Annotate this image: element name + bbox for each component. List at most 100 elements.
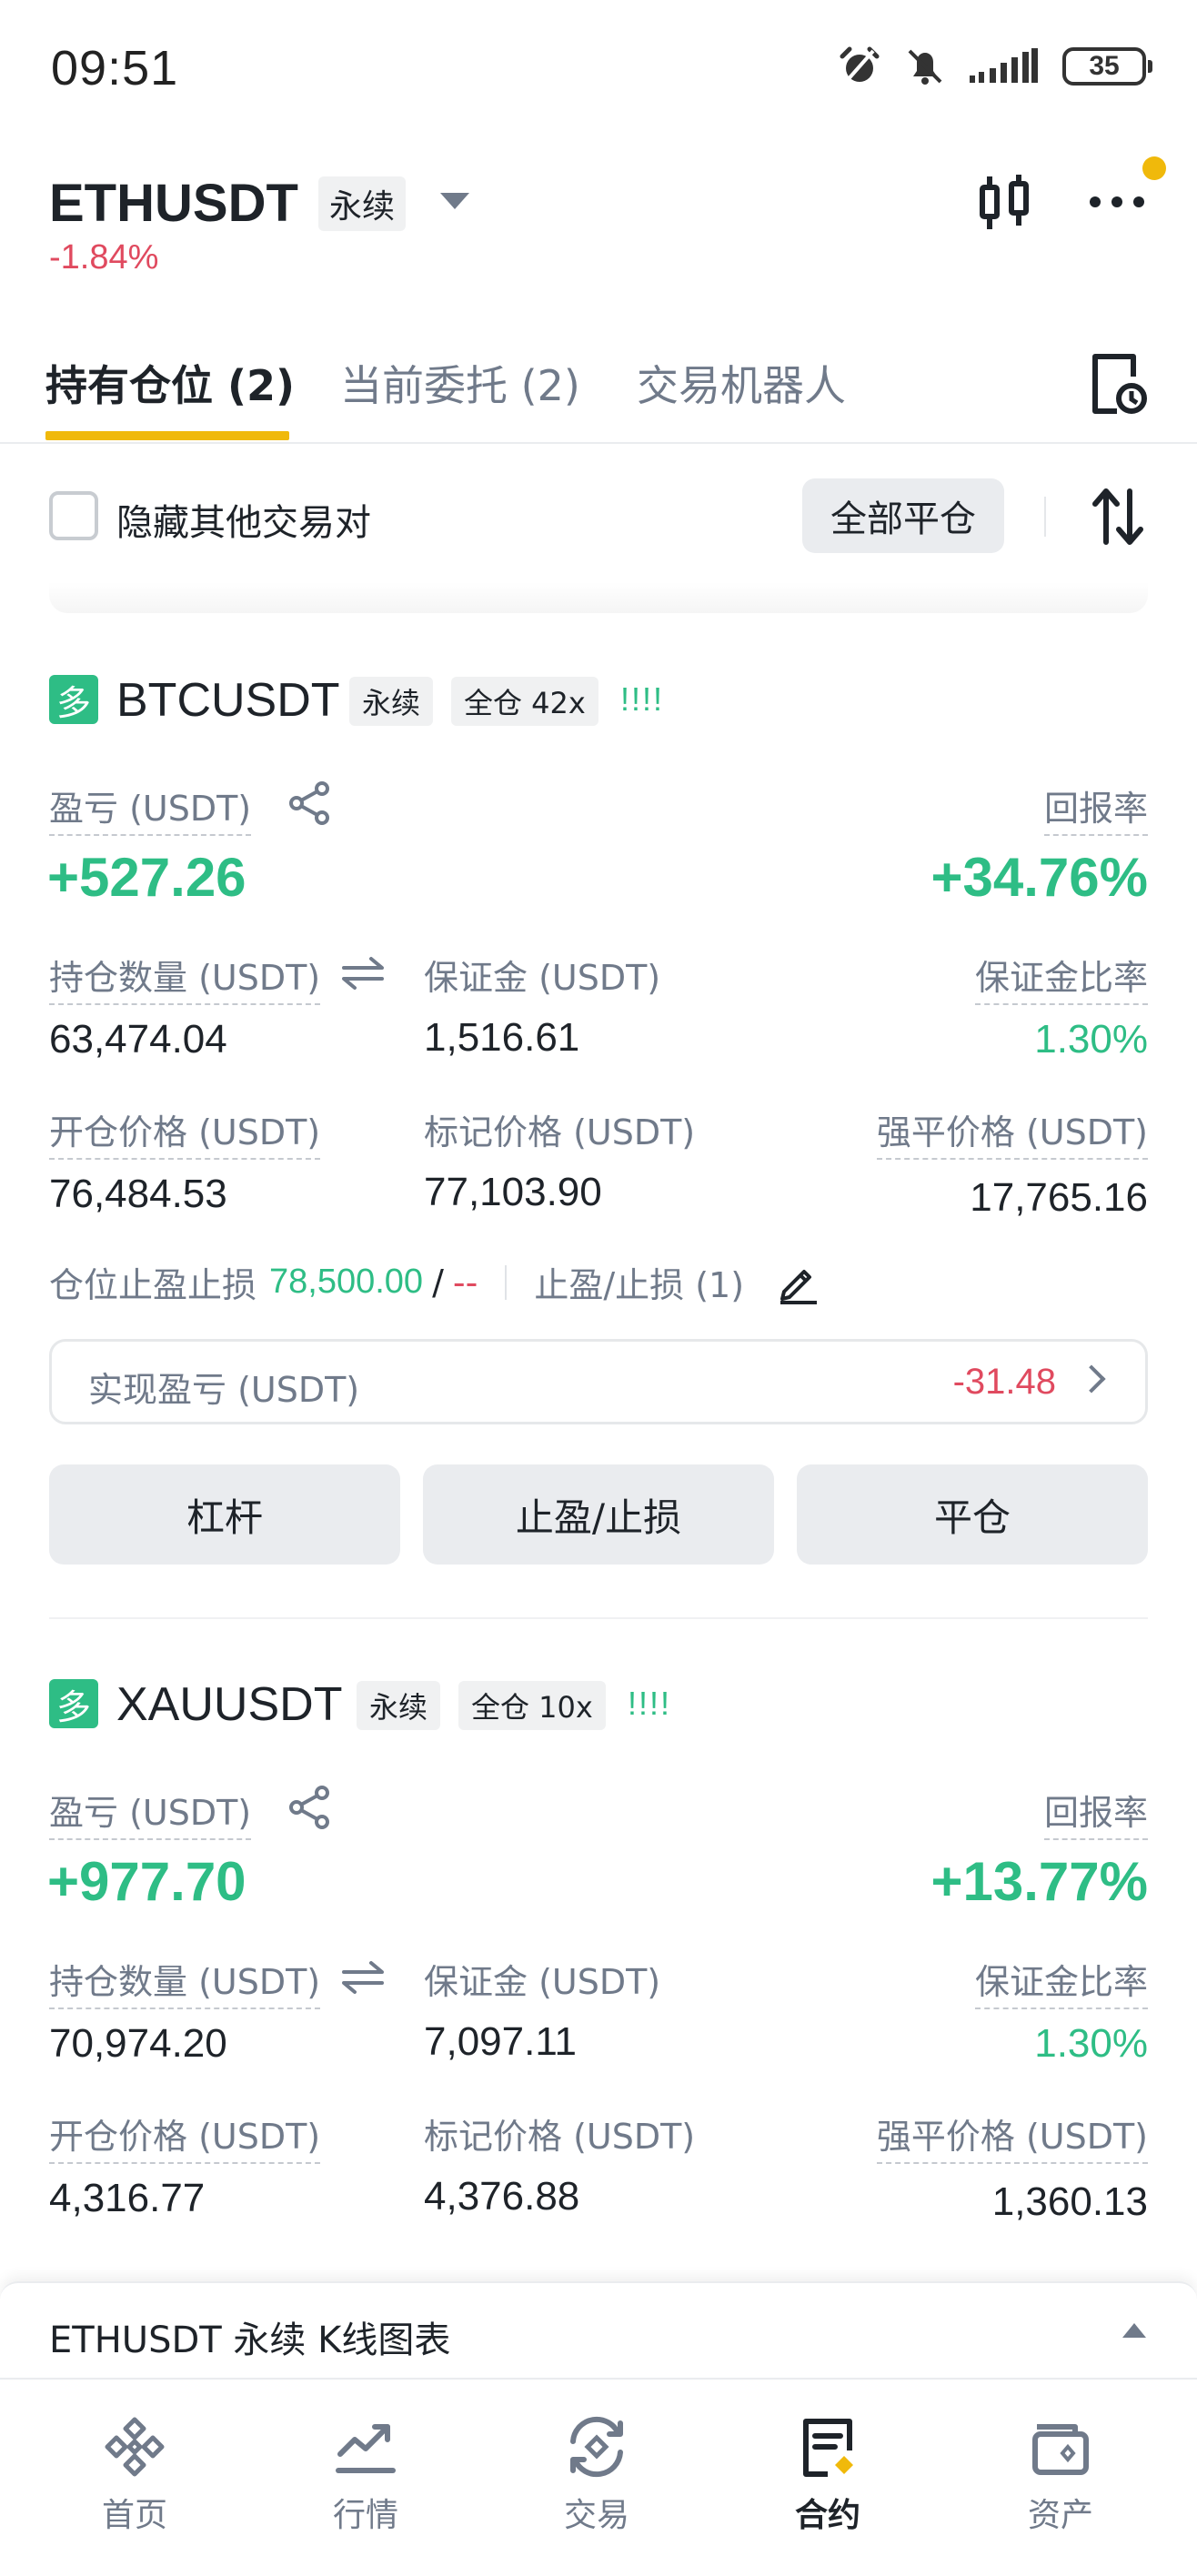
swap-unit-icon[interactable] <box>340 1959 386 1996</box>
share-icon[interactable] <box>287 1785 331 1830</box>
hide-other-pairs-checkbox[interactable] <box>49 491 98 540</box>
mark-price-value: 4,376.88 <box>424 2174 580 2219</box>
kline-chart-label: ETHUSDT 永续 K线图表 <box>49 2319 451 2361</box>
position-tabs: 持有仓位 (2) 当前委托 (2) 交易机器人 <box>0 337 1197 444</box>
nav-item-markets[interactable]: 行情 <box>275 2410 457 2536</box>
unrealized-pnl-value: +977.70 <box>47 1851 246 1912</box>
liq-price-label[interactable]: 强平价格 (USDT) <box>876 1104 1148 1160</box>
candlestick-chart-icon[interactable] <box>977 173 1031 233</box>
close-position-button[interactable]: 平仓 <box>797 1464 1148 1565</box>
perpetual-tag: 永续 <box>357 1681 441 1730</box>
entry-price-value: 4,316.77 <box>49 2176 206 2220</box>
trade-swap-icon <box>570 2416 623 2478</box>
roe-label[interactable]: 回报率 <box>1043 780 1148 836</box>
nav-label: 交易 <box>563 2497 629 2534</box>
battery-indicator: 35 <box>1062 47 1152 86</box>
tpsl-slash: / <box>432 1262 444 1303</box>
nav-label: 行情 <box>332 2497 398 2534</box>
adl-indicator: !!!! <box>620 680 665 718</box>
tab-positions[interactable]: 持有仓位 (2) <box>45 353 295 413</box>
tpsl-orders-link[interactable]: 止盈/止损 (1) <box>534 1257 744 1307</box>
margin-label: 保证金 (USDT) <box>424 1962 661 2002</box>
nav-item-trade[interactable]: 交易 <box>506 2410 688 2536</box>
status-bar: 09:51 35 <box>0 0 1197 136</box>
price-change: -1.84% <box>49 238 159 277</box>
mark-price-value: 77,103.90 <box>424 1170 602 1214</box>
nav-item-futures[interactable]: 合约 <box>737 2410 919 2536</box>
entry-price-label[interactable]: 开仓价格 (USDT) <box>49 2108 321 2164</box>
position-symbol[interactable]: XAUUSDT <box>116 1677 342 1732</box>
caret-up-icon <box>1122 2323 1146 2338</box>
futures-doc-icon <box>803 2419 853 2477</box>
chevron-right-icon <box>1077 1364 1106 1394</box>
market-chart-icon <box>336 2424 396 2473</box>
nav-item-home[interactable]: 首页 <box>44 2410 226 2536</box>
size-value: 63,474.04 <box>49 1017 227 1062</box>
more-options-icon[interactable] <box>1088 191 1146 213</box>
tpsl-button[interactable]: 止盈/止损 <box>423 1464 774 1565</box>
swap-unit-icon[interactable] <box>340 955 386 991</box>
nav-label: 首页 <box>101 2497 167 2534</box>
size-label[interactable]: 持仓数量 (USDT) <box>49 1954 321 2009</box>
nav-label: 资产 <box>1027 2497 1093 2534</box>
margin-value: 1,516.61 <box>424 1015 580 1060</box>
entry-price-label[interactable]: 开仓价格 (USDT) <box>49 1104 321 1160</box>
margin-ratio-label[interactable]: 保证金比率 <box>974 1954 1148 2009</box>
position-tpsl-row: 仓位止盈止损 78,500.00 / -- 止盈/止损 (1) <box>49 1257 820 1307</box>
alarm-icon <box>840 46 880 84</box>
edit-icon[interactable] <box>777 1261 820 1304</box>
size-label[interactable]: 持仓数量 (USDT) <box>49 950 321 1005</box>
unrealized-pnl-value: +527.26 <box>47 847 246 908</box>
sort-icon[interactable] <box>1090 488 1146 546</box>
realized-pnl-row[interactable]: 实现盈亏 (USDT) -31.48 <box>49 1339 1148 1424</box>
pnl-label[interactable]: 盈亏 (USDT) <box>49 780 252 836</box>
tab-trading-bots[interactable]: 交易机器人 <box>637 353 846 413</box>
tpsl-label: 仓位止盈止损 <box>49 1265 257 1305</box>
take-profit-value: 78,500.00 <box>269 1263 424 1301</box>
margin-label: 保证金 (USDT) <box>424 958 661 998</box>
leverage-button[interactable]: 杠杆 <box>49 1464 400 1565</box>
wallet-icon <box>1032 2424 1089 2475</box>
nav-label: 合约 <box>794 2497 860 2534</box>
stop-loss-value: -- <box>452 1262 478 1303</box>
margin-value: 7,097.11 <box>424 2019 578 2064</box>
mark-price-label: 标记价格 (USDT) <box>424 2117 696 2157</box>
position-card-xauusdt: 多 XAUUSDT 永续 全仓 10x !!!! 盈亏 (USDT) 回报率 +… <box>0 1677 1197 2278</box>
margin-ratio-label[interactable]: 保证金比率 <box>974 950 1148 1005</box>
margin-mode-tag: 全仓 42x <box>451 677 598 726</box>
entry-price-value: 76,484.53 <box>49 1172 227 1216</box>
liq-price-value: 17,765.16 <box>970 1175 1148 1220</box>
status-time: 09:51 <box>51 41 179 96</box>
adl-indicator: !!!! <box>628 1685 672 1722</box>
mute-bell-icon <box>908 49 942 85</box>
perpetual-tag: 永续 <box>349 677 434 726</box>
margin-ratio-value: 1.30% <box>1034 2021 1148 2066</box>
tab-open-orders[interactable]: 当前委托 (2) <box>340 353 580 413</box>
realized-pnl-value: -31.48 <box>952 1362 1056 1402</box>
signal-icon <box>970 48 1038 83</box>
symbol-header: ETHUSDT 永续 -1.84% <box>0 164 1197 282</box>
share-icon[interactable] <box>287 780 331 826</box>
size-value: 70,974.20 <box>49 2021 227 2066</box>
divider <box>49 1617 1148 1619</box>
liq-price-value: 1,360.13 <box>991 2179 1148 2224</box>
mark-price-label: 标记价格 (USDT) <box>424 1112 696 1152</box>
realized-pnl-label: 实现盈亏 (USDT) <box>88 1370 360 1410</box>
symbol-dropdown-icon[interactable] <box>440 193 469 209</box>
nav-item-assets[interactable]: 资产 <box>970 2410 1152 2536</box>
divider <box>1044 497 1046 537</box>
active-tab-indicator <box>45 431 289 440</box>
roe-value: +34.76% <box>930 847 1148 908</box>
divider <box>505 1264 508 1300</box>
liq-price-label[interactable]: 强平价格 (USDT) <box>876 2108 1148 2164</box>
position-symbol[interactable]: BTCUSDT <box>116 673 340 728</box>
pnl-label[interactable]: 盈亏 (USDT) <box>49 1785 252 1840</box>
close-all-button[interactable]: 全部平仓 <box>802 478 1004 553</box>
symbol-title[interactable]: ETHUSDT <box>49 173 298 234</box>
previous-card-edge <box>49 582 1148 613</box>
kline-chart-drawer[interactable]: ETHUSDT 永续 K线图表 <box>0 2281 1197 2380</box>
order-history-icon[interactable] <box>1090 351 1148 417</box>
bottom-nav: 首页 行情 交易 合约 资产 <box>0 2381 1197 2576</box>
roe-label[interactable]: 回报率 <box>1043 1785 1148 1840</box>
perpetual-tag: 永续 <box>318 176 407 231</box>
